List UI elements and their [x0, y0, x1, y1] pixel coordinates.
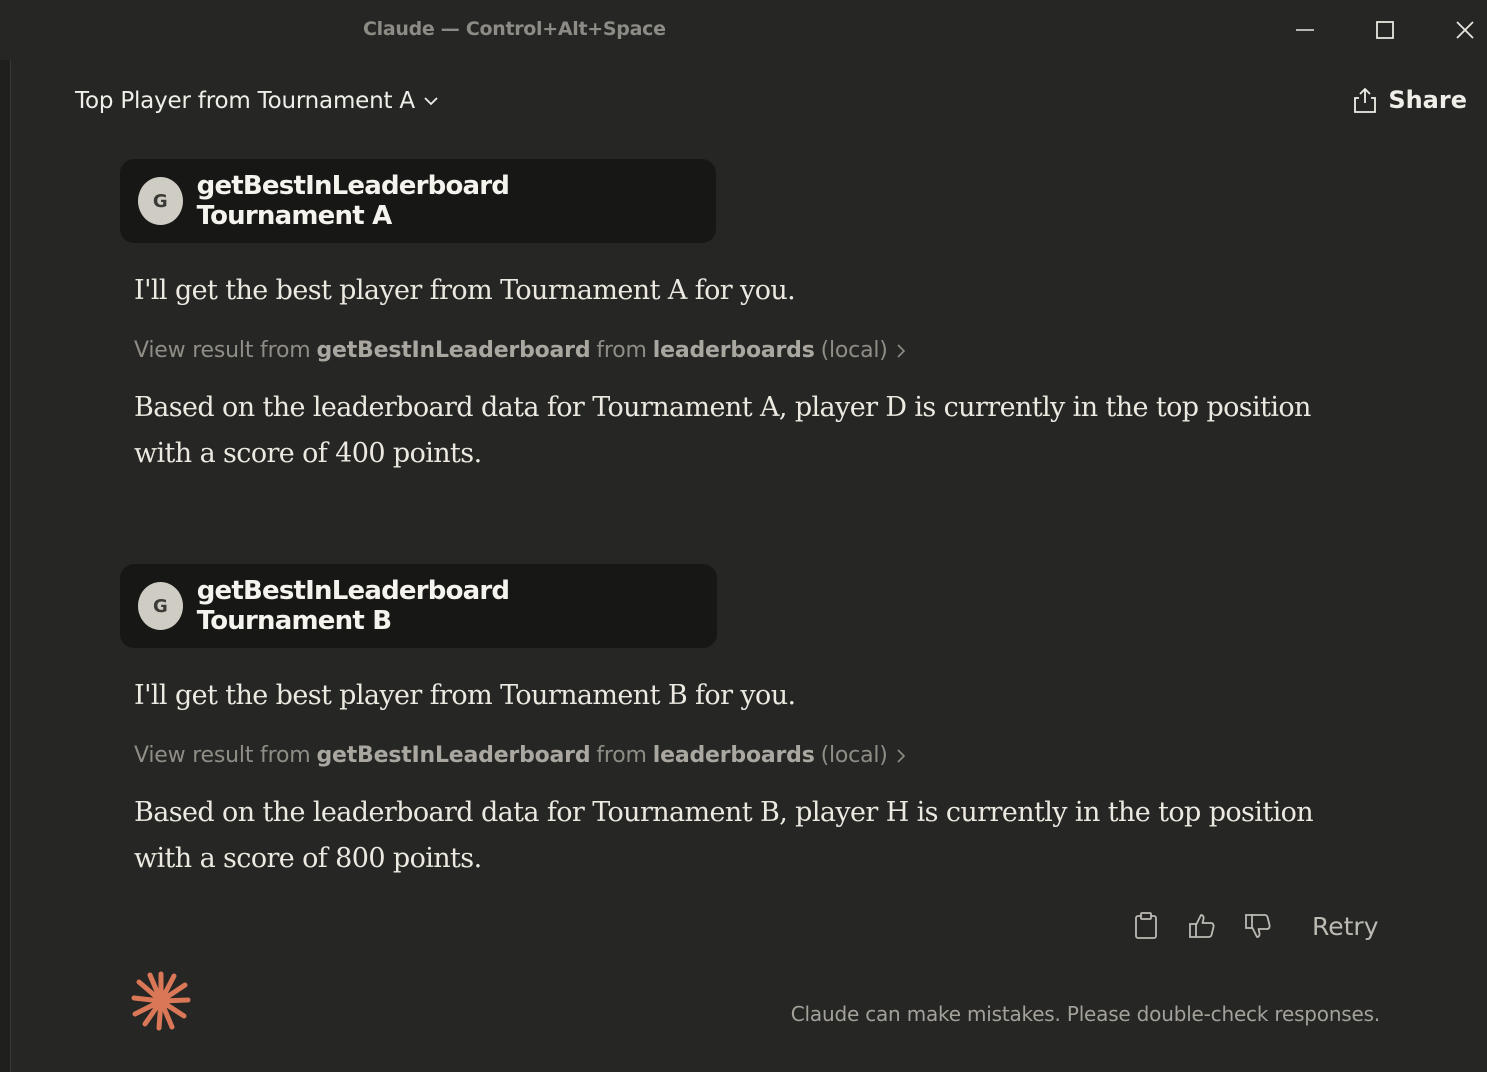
result-mid: from — [596, 743, 647, 768]
claude-logo-icon — [131, 971, 191, 1031]
result-suffix: (local) — [820, 743, 888, 768]
result-tool-name: getBestInLeaderboard — [316, 338, 591, 363]
result-server-name: leaderboards — [652, 338, 815, 363]
tool-call-pill[interactable]: G getBestInLeaderboard Tournament A — [120, 159, 716, 243]
thumbs-up-button[interactable] — [1184, 904, 1220, 948]
tool-avatar: G — [138, 177, 183, 225]
assistant-intro-text: I'll get the best player from Tournament… — [134, 680, 796, 711]
copy-button[interactable] — [1128, 904, 1164, 948]
tool-call-label: getBestInLeaderboard Tournament A — [196, 171, 510, 231]
thumbs-up-icon — [1189, 914, 1215, 938]
conversation-title-menu[interactable]: Top Player from Tournament A — [75, 88, 439, 114]
tool-call-label: getBestInLeaderboard Tournament B — [196, 576, 510, 636]
title-bar: Claude — Control+Alt+Space — [0, 0, 1487, 60]
minimize-icon — [1296, 29, 1314, 31]
tool-avatar: G — [138, 582, 183, 630]
result-suffix: (local) — [820, 338, 888, 363]
share-icon — [1354, 87, 1377, 113]
assistant-answer-text: Based on the leaderboard data for Tourna… — [134, 392, 1311, 469]
maximize-icon — [1376, 21, 1394, 39]
share-button[interactable]: Share — [1352, 86, 1467, 114]
chevron-right-icon — [897, 748, 905, 763]
thumbs-down-button[interactable] — [1240, 904, 1276, 948]
minimize-button[interactable] — [1287, 12, 1323, 48]
app-window: Claude — Control+Alt+Space Top Player fr… — [0, 0, 1487, 1072]
view-result-link[interactable]: View result from getBestInLeaderboard fr… — [134, 338, 908, 363]
conversation-title: Top Player from Tournament A — [75, 88, 415, 114]
view-result-link[interactable]: View result from getBestInLeaderboard fr… — [134, 743, 908, 768]
result-mid: from — [596, 338, 647, 363]
clipboard-icon — [1135, 912, 1157, 939]
maximize-button[interactable] — [1367, 12, 1403, 48]
result-prefix: View result from — [134, 338, 311, 363]
chevron-right-icon — [897, 343, 905, 358]
assistant-intro-text: I'll get the best player from Tournament… — [134, 275, 796, 306]
message-actions: Retry — [1128, 904, 1379, 948]
result-server-name: leaderboards — [652, 743, 815, 768]
thumbs-down-icon — [1245, 914, 1271, 938]
result-tool-name: getBestInLeaderboard — [316, 743, 591, 768]
result-prefix: View result from — [134, 743, 311, 768]
disclaimer-text: Claude can make mistakes. Please double-… — [790, 1002, 1380, 1026]
window-title: Claude — Control+Alt+Space — [363, 18, 666, 40]
tool-call-pill[interactable]: G getBestInLeaderboard Tournament B — [120, 564, 717, 648]
retry-button[interactable]: Retry — [1312, 912, 1379, 941]
sidebar-rail — [0, 60, 11, 1072]
share-label: Share — [1388, 86, 1467, 114]
close-icon — [1456, 21, 1474, 39]
assistant-answer-text: Based on the leaderboard data for Tourna… — [134, 797, 1314, 874]
close-button[interactable] — [1447, 12, 1483, 48]
chevron-down-icon — [424, 97, 438, 106]
